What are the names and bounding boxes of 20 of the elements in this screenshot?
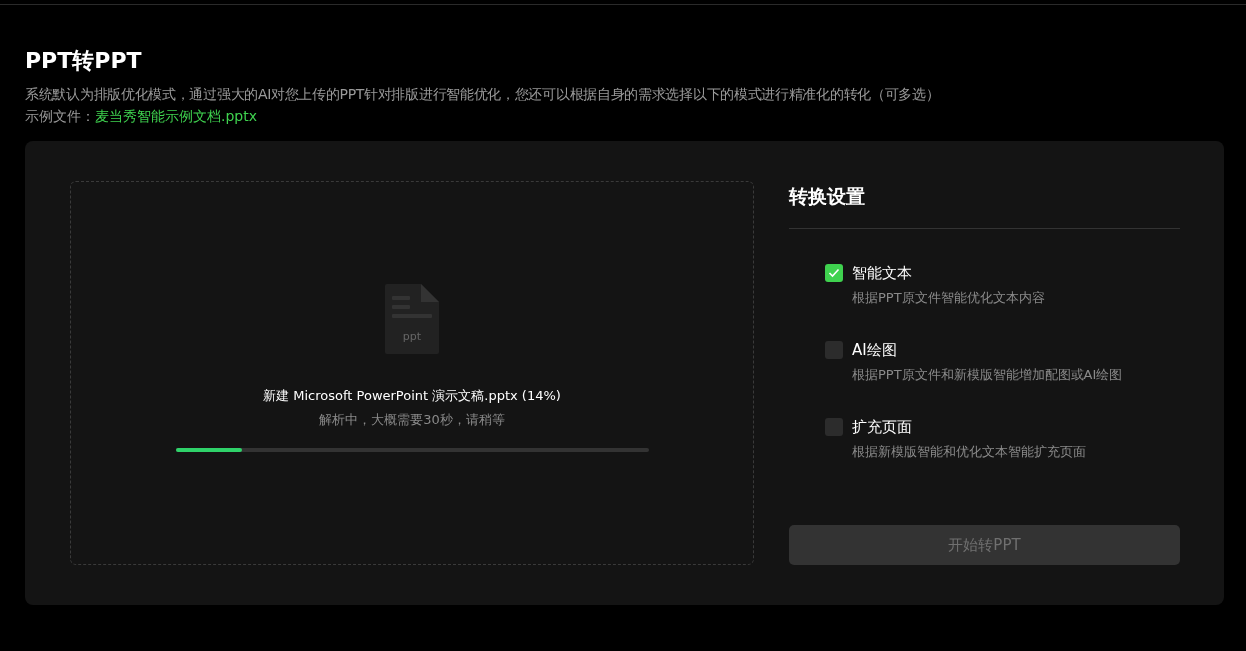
- sample-file-link[interactable]: 麦当秀智能示例文档.pptx: [95, 105, 257, 127]
- upload-status: 解析中，大概需要30秒，请稍等: [319, 411, 505, 429]
- checkbox[interactable]: [825, 418, 843, 436]
- check-icon: [828, 268, 840, 278]
- option-description: 根据新模版智能和优化文本智能扩充页面: [852, 443, 1087, 461]
- checkbox[interactable]: [825, 341, 843, 359]
- upload-area[interactable]: ppt 新建 Microsoft PowerPoint 演示文稿.pptx (14%) 解析中，大概需要30秒，请稍等: [70, 181, 754, 565]
- settings-title: 转换设置: [789, 181, 1180, 229]
- option-description: 根据PPT原文件和新模版智能增加配图或AI绘图: [852, 366, 1124, 384]
- checkbox[interactable]: [825, 264, 843, 282]
- page-title: PPT转PPT: [25, 47, 143, 75]
- page-description: 系统默认为排版优化模式，通过强大的AI对您上传的PPT针对排版进行智能优化，您还可以根据自身的需求选择以下的模式进行精准化的转化（可多选）: [25, 85, 941, 104]
- option-description: 根据PPT原文件智能优化文本内容: [852, 289, 1046, 307]
- option-label: AI绘图: [852, 340, 897, 360]
- file-icon: [385, 284, 439, 354]
- option-label: 扩充页面: [852, 417, 912, 437]
- sample-file-label: 示例文件：: [25, 107, 95, 126]
- file-type-label: ppt: [402, 330, 422, 343]
- option-label: 智能文本: [852, 263, 912, 283]
- file-name: 新建 Microsoft PowerPoint 演示文稿.pptx (14%): [263, 387, 561, 405]
